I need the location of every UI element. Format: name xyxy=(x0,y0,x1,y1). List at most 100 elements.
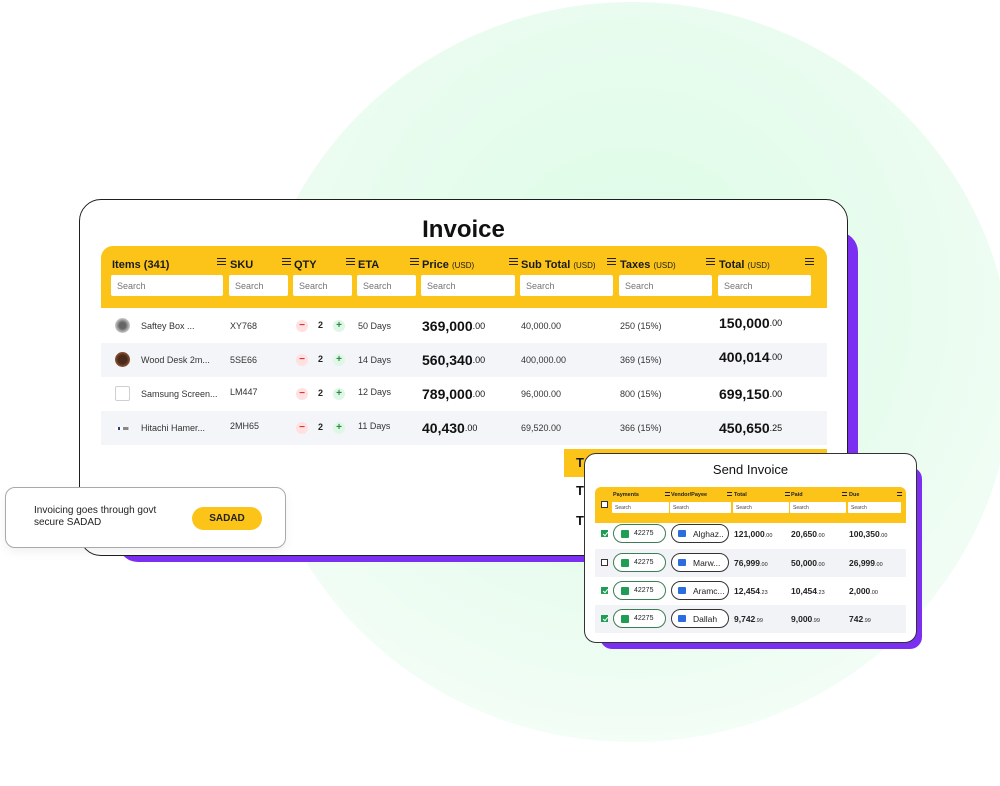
column-label: ETA xyxy=(358,259,380,271)
payment-pill[interactable]: 42275 xyxy=(613,581,666,600)
samsung-screen-thumbnail xyxy=(115,386,130,401)
item-name: Samsung Screen... xyxy=(141,389,218,399)
column-menu-icon[interactable] xyxy=(346,258,355,265)
send-row[interactable]: 42275 Marw... 76,999.00 50,000.00 26,999… xyxy=(595,549,906,577)
plus-icon[interactable]: + xyxy=(333,388,345,400)
row-total: 121,000.00 xyxy=(734,529,773,539)
minus-icon[interactable]: − xyxy=(296,354,308,366)
row-total: 76,999.00 xyxy=(734,558,768,568)
total-search-input[interactable] xyxy=(718,275,811,296)
column-menu-icon[interactable] xyxy=(217,258,226,265)
row-total: 450,650.25 xyxy=(719,420,783,436)
column-label: SKU xyxy=(230,259,254,271)
column-label: Sub Total (USD) xyxy=(521,259,596,271)
column-total: Total Search xyxy=(733,487,791,523)
payment-icon xyxy=(621,530,629,538)
row-paid: 20,650.00 xyxy=(791,529,825,539)
column-eta: ETA xyxy=(357,246,421,308)
column-menu-icon[interactable] xyxy=(607,258,616,265)
plus-icon[interactable]: + xyxy=(333,354,345,366)
column-menu-icon[interactable] xyxy=(842,492,847,496)
price: 369,000.00 xyxy=(422,318,486,334)
total-search-input[interactable]: Search xyxy=(733,502,789,513)
row-total: 12,454.23 xyxy=(734,586,768,596)
hitachi-hammer-thumbnail xyxy=(115,427,130,430)
vendor-pill[interactable]: Aramc... xyxy=(671,581,729,600)
plus-icon[interactable]: + xyxy=(333,320,345,332)
row-checkbox[interactable] xyxy=(601,587,608,594)
row-paid: 50,000.00 xyxy=(791,558,825,568)
column-menu-icon[interactable] xyxy=(282,258,291,265)
table-row[interactable]: Wood Desk 2m... 5SE66 − 2 + 14 Days 560,… xyxy=(101,343,827,377)
row-checkbox[interactable] xyxy=(601,530,608,537)
column-menu-icon[interactable] xyxy=(706,258,715,265)
column-label: QTY xyxy=(294,259,317,271)
sku: LM447 xyxy=(230,387,258,397)
item-name: Wood Desk 2m... xyxy=(141,355,210,365)
minus-icon[interactable]: − xyxy=(296,320,308,332)
column-menu-icon[interactable] xyxy=(785,492,790,496)
table-row[interactable]: Samsung Screen... LM447 − 2 + 12 Days 78… xyxy=(101,377,827,411)
row-checkbox[interactable] xyxy=(601,559,608,566)
payment-icon xyxy=(621,615,629,623)
send-row[interactable]: 42275 Alghaz.. 121,000.00 20,650.00 100,… xyxy=(595,520,906,548)
taxes: 369 (15%) xyxy=(620,355,662,365)
price: 789,000.00 xyxy=(422,386,486,402)
taxes-search-input[interactable] xyxy=(619,275,712,296)
column-label: Due xyxy=(849,492,860,498)
items-search-input[interactable] xyxy=(111,275,223,296)
payment-pill[interactable]: 42275 xyxy=(613,524,666,543)
table-row[interactable]: Hitachi Hamer... 2MH65 − 2 + 11 Days 40,… xyxy=(101,411,827,445)
payments-search-input[interactable]: Search xyxy=(612,502,669,513)
row-due: 26,999.00 xyxy=(849,558,883,568)
column-menu-icon[interactable] xyxy=(727,492,732,496)
minus-icon[interactable]: − xyxy=(296,388,308,400)
send-row[interactable]: 42275 Aramc... 12,454.23 10,454.23 2,000… xyxy=(595,577,906,605)
due-search-input[interactable]: Search xyxy=(848,502,901,513)
safety-box-thumbnail xyxy=(115,318,130,333)
taxes: 250 (15%) xyxy=(620,321,662,331)
sadad-button[interactable]: SADAD xyxy=(192,507,262,530)
qty-value: 2 xyxy=(318,354,324,364)
row-total: 699,150.00 xyxy=(719,386,783,402)
sku-search-input[interactable] xyxy=(229,275,288,296)
price-search-input[interactable] xyxy=(421,275,515,296)
payment-pill[interactable]: 42275 xyxy=(613,609,666,628)
column-menu-icon[interactable] xyxy=(509,258,518,265)
send-row[interactable]: 42275 Dallah 9,742.99 9,000.99 742.99 xyxy=(595,605,906,633)
column-menu-icon[interactable] xyxy=(665,492,670,496)
payment-icon xyxy=(621,559,629,567)
column-qty: QTY xyxy=(293,246,357,308)
row-total: 400,014.00 xyxy=(719,349,783,365)
qty-value: 2 xyxy=(318,422,324,432)
column-subtotal: Sub Total (USD) xyxy=(520,246,618,308)
column-label: Taxes (USD) xyxy=(620,259,676,271)
table-row[interactable]: Saftey Box ... XY768 − 2 + 50 Days 369,0… xyxy=(101,309,827,343)
vendor-pill[interactable]: Alghaz.. xyxy=(671,524,729,543)
select-all-checkbox[interactable] xyxy=(601,501,608,508)
row-checkbox[interactable] xyxy=(601,615,608,622)
sku: 2MH65 xyxy=(230,421,260,431)
payment-pill[interactable]: 42275 xyxy=(613,553,666,572)
row-total: 9,742.99 xyxy=(734,614,763,624)
vendor-pill[interactable]: Marw... xyxy=(671,553,729,572)
minus-icon[interactable]: − xyxy=(296,422,308,434)
column-paid: Paid Search xyxy=(790,487,848,523)
qty-search-input[interactable] xyxy=(293,275,352,296)
eta: 50 Days xyxy=(358,321,392,331)
column-menu-icon[interactable] xyxy=(805,258,814,265)
item-name: Hitachi Hamer... xyxy=(141,423,206,433)
plus-icon[interactable]: + xyxy=(333,422,345,434)
column-payments: Payments Search xyxy=(612,487,671,523)
total-label: T xyxy=(576,513,584,528)
paid-search-input[interactable]: Search xyxy=(790,502,846,513)
vendor-pill[interactable]: Dallah xyxy=(671,609,729,628)
column-menu-icon[interactable] xyxy=(897,492,902,496)
subtotal-search-input[interactable] xyxy=(520,275,613,296)
row-due: 2,000.00 xyxy=(849,586,878,596)
column-menu-icon[interactable] xyxy=(410,258,419,265)
vendor-search-input[interactable]: Search xyxy=(670,502,731,513)
column-price: Price (USD) xyxy=(421,246,520,308)
invoice-title: Invoice xyxy=(422,216,505,243)
eta-search-input[interactable] xyxy=(357,275,416,296)
